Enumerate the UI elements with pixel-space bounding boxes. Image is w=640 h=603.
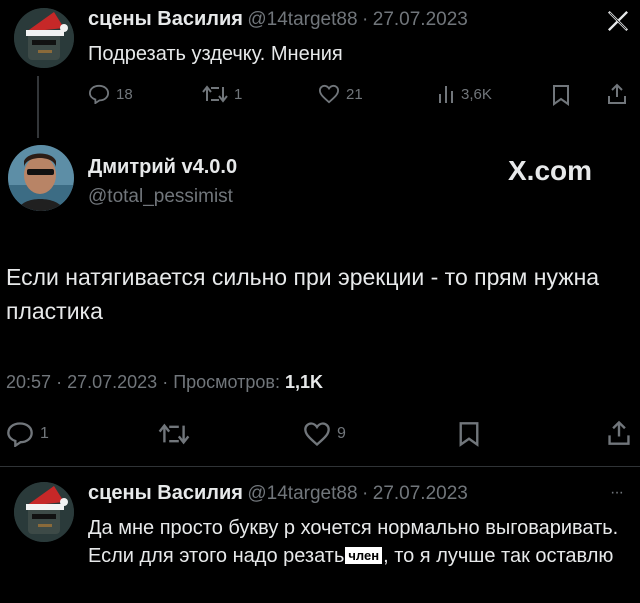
reply-icon bbox=[6, 421, 34, 447]
analytics-icon bbox=[437, 84, 455, 104]
tweet-text: Если натягивается сильно при эрекции - т… bbox=[6, 264, 600, 324]
bookmark-icon[interactable] bbox=[552, 84, 570, 106]
separator-dot: · bbox=[361, 9, 369, 30]
like-button[interactable]: 9 bbox=[303, 421, 346, 447]
views-button[interactable]: 3,6K bbox=[437, 84, 492, 104]
like-count: 21 bbox=[346, 85, 363, 103]
divider bbox=[0, 466, 640, 467]
avatar-santa[interactable] bbox=[14, 482, 74, 542]
author-name[interactable]: Дмитрий v4.0.0 bbox=[88, 156, 237, 179]
retweet-icon[interactable] bbox=[158, 422, 190, 446]
separator-dot: · bbox=[162, 372, 169, 392]
separator-dot: · bbox=[56, 372, 63, 392]
heart-icon bbox=[303, 421, 331, 447]
author-handle[interactable]: @total_pessimist bbox=[88, 186, 233, 208]
tweet-time[interactable]: 20:57 bbox=[6, 372, 51, 392]
share-icon[interactable] bbox=[606, 83, 628, 105]
tweet-date[interactable]: 27.07.2023 bbox=[373, 483, 468, 504]
tweet-text: Да мне просто букву р хочется нормально … bbox=[88, 514, 633, 570]
reply-button[interactable]: 1 bbox=[6, 421, 49, 447]
like-count: 9 bbox=[337, 425, 346, 442]
tweet-text: Подрезать уздечку. Мнения bbox=[88, 43, 343, 65]
tweet-date[interactable]: 27.07.2023 bbox=[67, 372, 157, 392]
share-icon[interactable] bbox=[606, 420, 632, 446]
retweet-button[interactable]: 1 bbox=[202, 84, 242, 104]
censor-sticker: член bbox=[344, 546, 384, 565]
author-handle[interactable]: @14target88 bbox=[247, 9, 357, 30]
tweet-date[interactable]: 27.07.2023 bbox=[373, 9, 468, 30]
author-name[interactable]: сцены Василия bbox=[88, 482, 243, 504]
avatar-santa[interactable] bbox=[14, 8, 74, 68]
separator-dot: · bbox=[361, 483, 369, 504]
author-name[interactable]: сцены Василия bbox=[88, 8, 243, 30]
tweet-meta: 20:57 · 27.07.2023 · Просмотров: 1,1K bbox=[6, 372, 323, 393]
thread-line bbox=[37, 76, 39, 138]
views-label: Просмотров: bbox=[173, 372, 280, 392]
author-handle[interactable]: @14target88 bbox=[247, 483, 357, 504]
x-logo-icon[interactable] bbox=[607, 10, 629, 32]
retweet-icon bbox=[202, 84, 228, 104]
reply-button[interactable]: 18 bbox=[88, 84, 133, 104]
like-button[interactable]: 21 bbox=[318, 84, 363, 104]
views-count: 1,1K bbox=[285, 372, 324, 392]
reply-icon bbox=[88, 84, 110, 104]
avatar-photo[interactable] bbox=[8, 145, 74, 211]
x-com-brand[interactable]: X.com bbox=[508, 155, 592, 187]
reply-count: 1 bbox=[40, 425, 49, 442]
bookmark-icon[interactable] bbox=[458, 421, 480, 447]
reply-count: 18 bbox=[116, 85, 133, 103]
retweet-count: 1 bbox=[234, 85, 243, 103]
tweet-text-part2: , то я лучше так оставлю bbox=[383, 545, 614, 567]
heart-icon bbox=[318, 84, 340, 104]
views-count: 3,6K bbox=[461, 85, 492, 103]
more-options-button[interactable]: ··· bbox=[610, 484, 624, 502]
